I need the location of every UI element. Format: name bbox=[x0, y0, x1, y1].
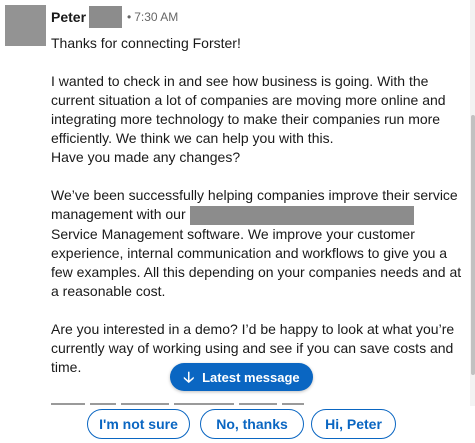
latest-message-label: Latest message bbox=[202, 369, 300, 385]
redacted-last-name bbox=[89, 6, 123, 28]
scrollbar-thumb[interactable] bbox=[471, 115, 475, 375]
timestamp: 7:30 AM bbox=[134, 10, 179, 24]
message-paragraph: I wanted to check in and see how busines… bbox=[51, 73, 446, 146]
message-header: Peter • 7:30 AM bbox=[51, 6, 179, 28]
suggested-reply-not-sure[interactable]: I'm not sure bbox=[87, 409, 190, 439]
redacted-product-name bbox=[189, 205, 414, 225]
sender-name[interactable]: Peter bbox=[51, 9, 86, 25]
separator-dot: • bbox=[127, 10, 132, 24]
arrow-down-icon: 🡣 bbox=[183, 368, 195, 386]
message-paragraph: Have you made any changes? bbox=[51, 149, 241, 165]
latest-message-button[interactable]: 🡣 Latest message bbox=[170, 363, 313, 391]
suggested-reply-no-thanks[interactable]: No, thanks bbox=[200, 409, 304, 439]
suggested-reply-hi-peter[interactable]: Hi, Peter bbox=[311, 409, 396, 439]
cut-off-text-line bbox=[51, 393, 351, 405]
message-body: Thanks for connecting Forster! I wanted … bbox=[51, 34, 470, 377]
suggested-replies: I'm not sure No, thanks Hi, Peter bbox=[0, 406, 475, 443]
avatar[interactable] bbox=[5, 5, 46, 46]
message-paragraph: We’ve been successfully helping companie… bbox=[51, 186, 470, 225]
message-paragraph: Service Management software. We improve … bbox=[51, 225, 462, 299]
message-paragraph: Thanks for connecting Forster! bbox=[51, 35, 241, 51]
